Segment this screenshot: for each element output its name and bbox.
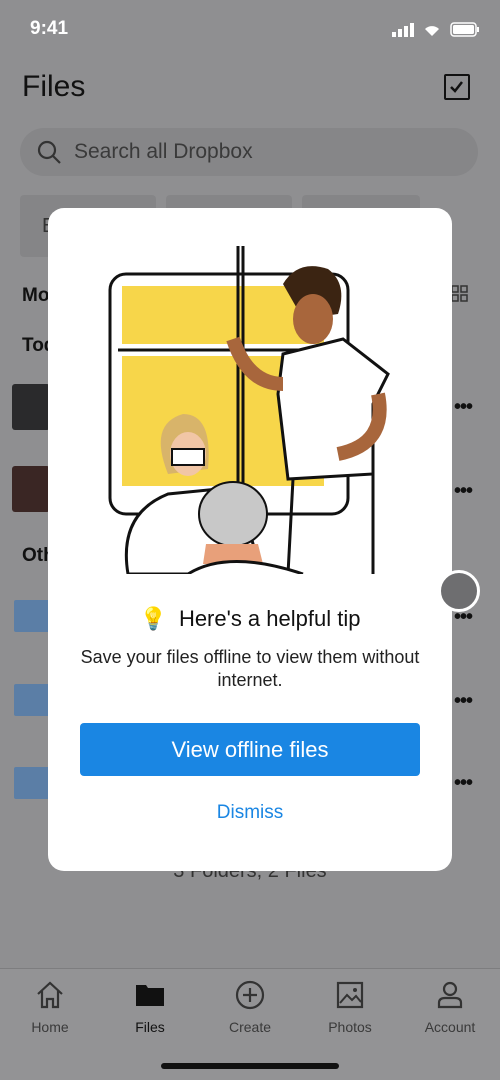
tab-label: Create	[228, 1019, 272, 1035]
signal-icon	[392, 22, 414, 37]
search-input[interactable]: Search all Dropbox	[20, 128, 478, 176]
tab-label: Files	[135, 1019, 165, 1035]
tip-modal: 💡 Here's a helpful tip Save your files of…	[48, 208, 452, 871]
tab-label: Home	[31, 1019, 69, 1035]
file-thumbnail[interactable]	[12, 466, 50, 512]
tip-title-text: Here's a helpful tip	[178, 606, 361, 631]
more-options-icon[interactable]: •••	[454, 480, 473, 503]
home-indicator	[161, 1063, 339, 1069]
page-title: Files	[22, 70, 86, 103]
search-icon	[37, 140, 61, 164]
lightbulb-icon: 💡	[139, 606, 167, 631]
more-options-icon[interactable]: •••	[454, 396, 473, 419]
section-heading: Mo	[22, 285, 50, 306]
dismiss-button[interactable]: Dismiss	[48, 802, 452, 824]
select-checkbox-icon[interactable]	[444, 74, 470, 100]
grid-view-icon[interactable]	[451, 285, 469, 303]
tip-title: 💡 Here's a helpful tip	[48, 606, 452, 632]
photo-icon	[336, 981, 364, 1009]
tab-account[interactable]: Account	[400, 969, 500, 1080]
folder-icon[interactable]	[14, 684, 50, 716]
more-options-icon[interactable]: •••	[454, 690, 473, 713]
person-icon	[437, 981, 463, 1009]
search-placeholder: Search all Dropbox	[74, 140, 253, 163]
folder-icon	[136, 985, 164, 1006]
wifi-icon	[425, 25, 439, 36]
home-icon	[37, 981, 63, 1009]
status-time: 9:41	[30, 18, 69, 39]
touch-indicator	[438, 570, 480, 612]
tab-label: Account	[424, 1019, 476, 1035]
tab-home[interactable]: Home	[0, 969, 100, 1080]
folder-icon[interactable]	[14, 600, 50, 632]
more-options-icon[interactable]: •••	[454, 772, 473, 795]
tab-label: Photos	[328, 1019, 372, 1035]
file-thumbnail[interactable]	[12, 384, 50, 430]
tip-body: Save your files offline to view them wit…	[80, 647, 420, 690]
folder-icon[interactable]	[14, 767, 50, 799]
view-offline-files-button[interactable]: View offline files	[80, 723, 420, 776]
plus-circle-icon	[235, 980, 265, 1010]
status-icons	[392, 22, 480, 37]
battery-icon	[450, 22, 479, 37]
commuters-illustration	[108, 246, 390, 574]
